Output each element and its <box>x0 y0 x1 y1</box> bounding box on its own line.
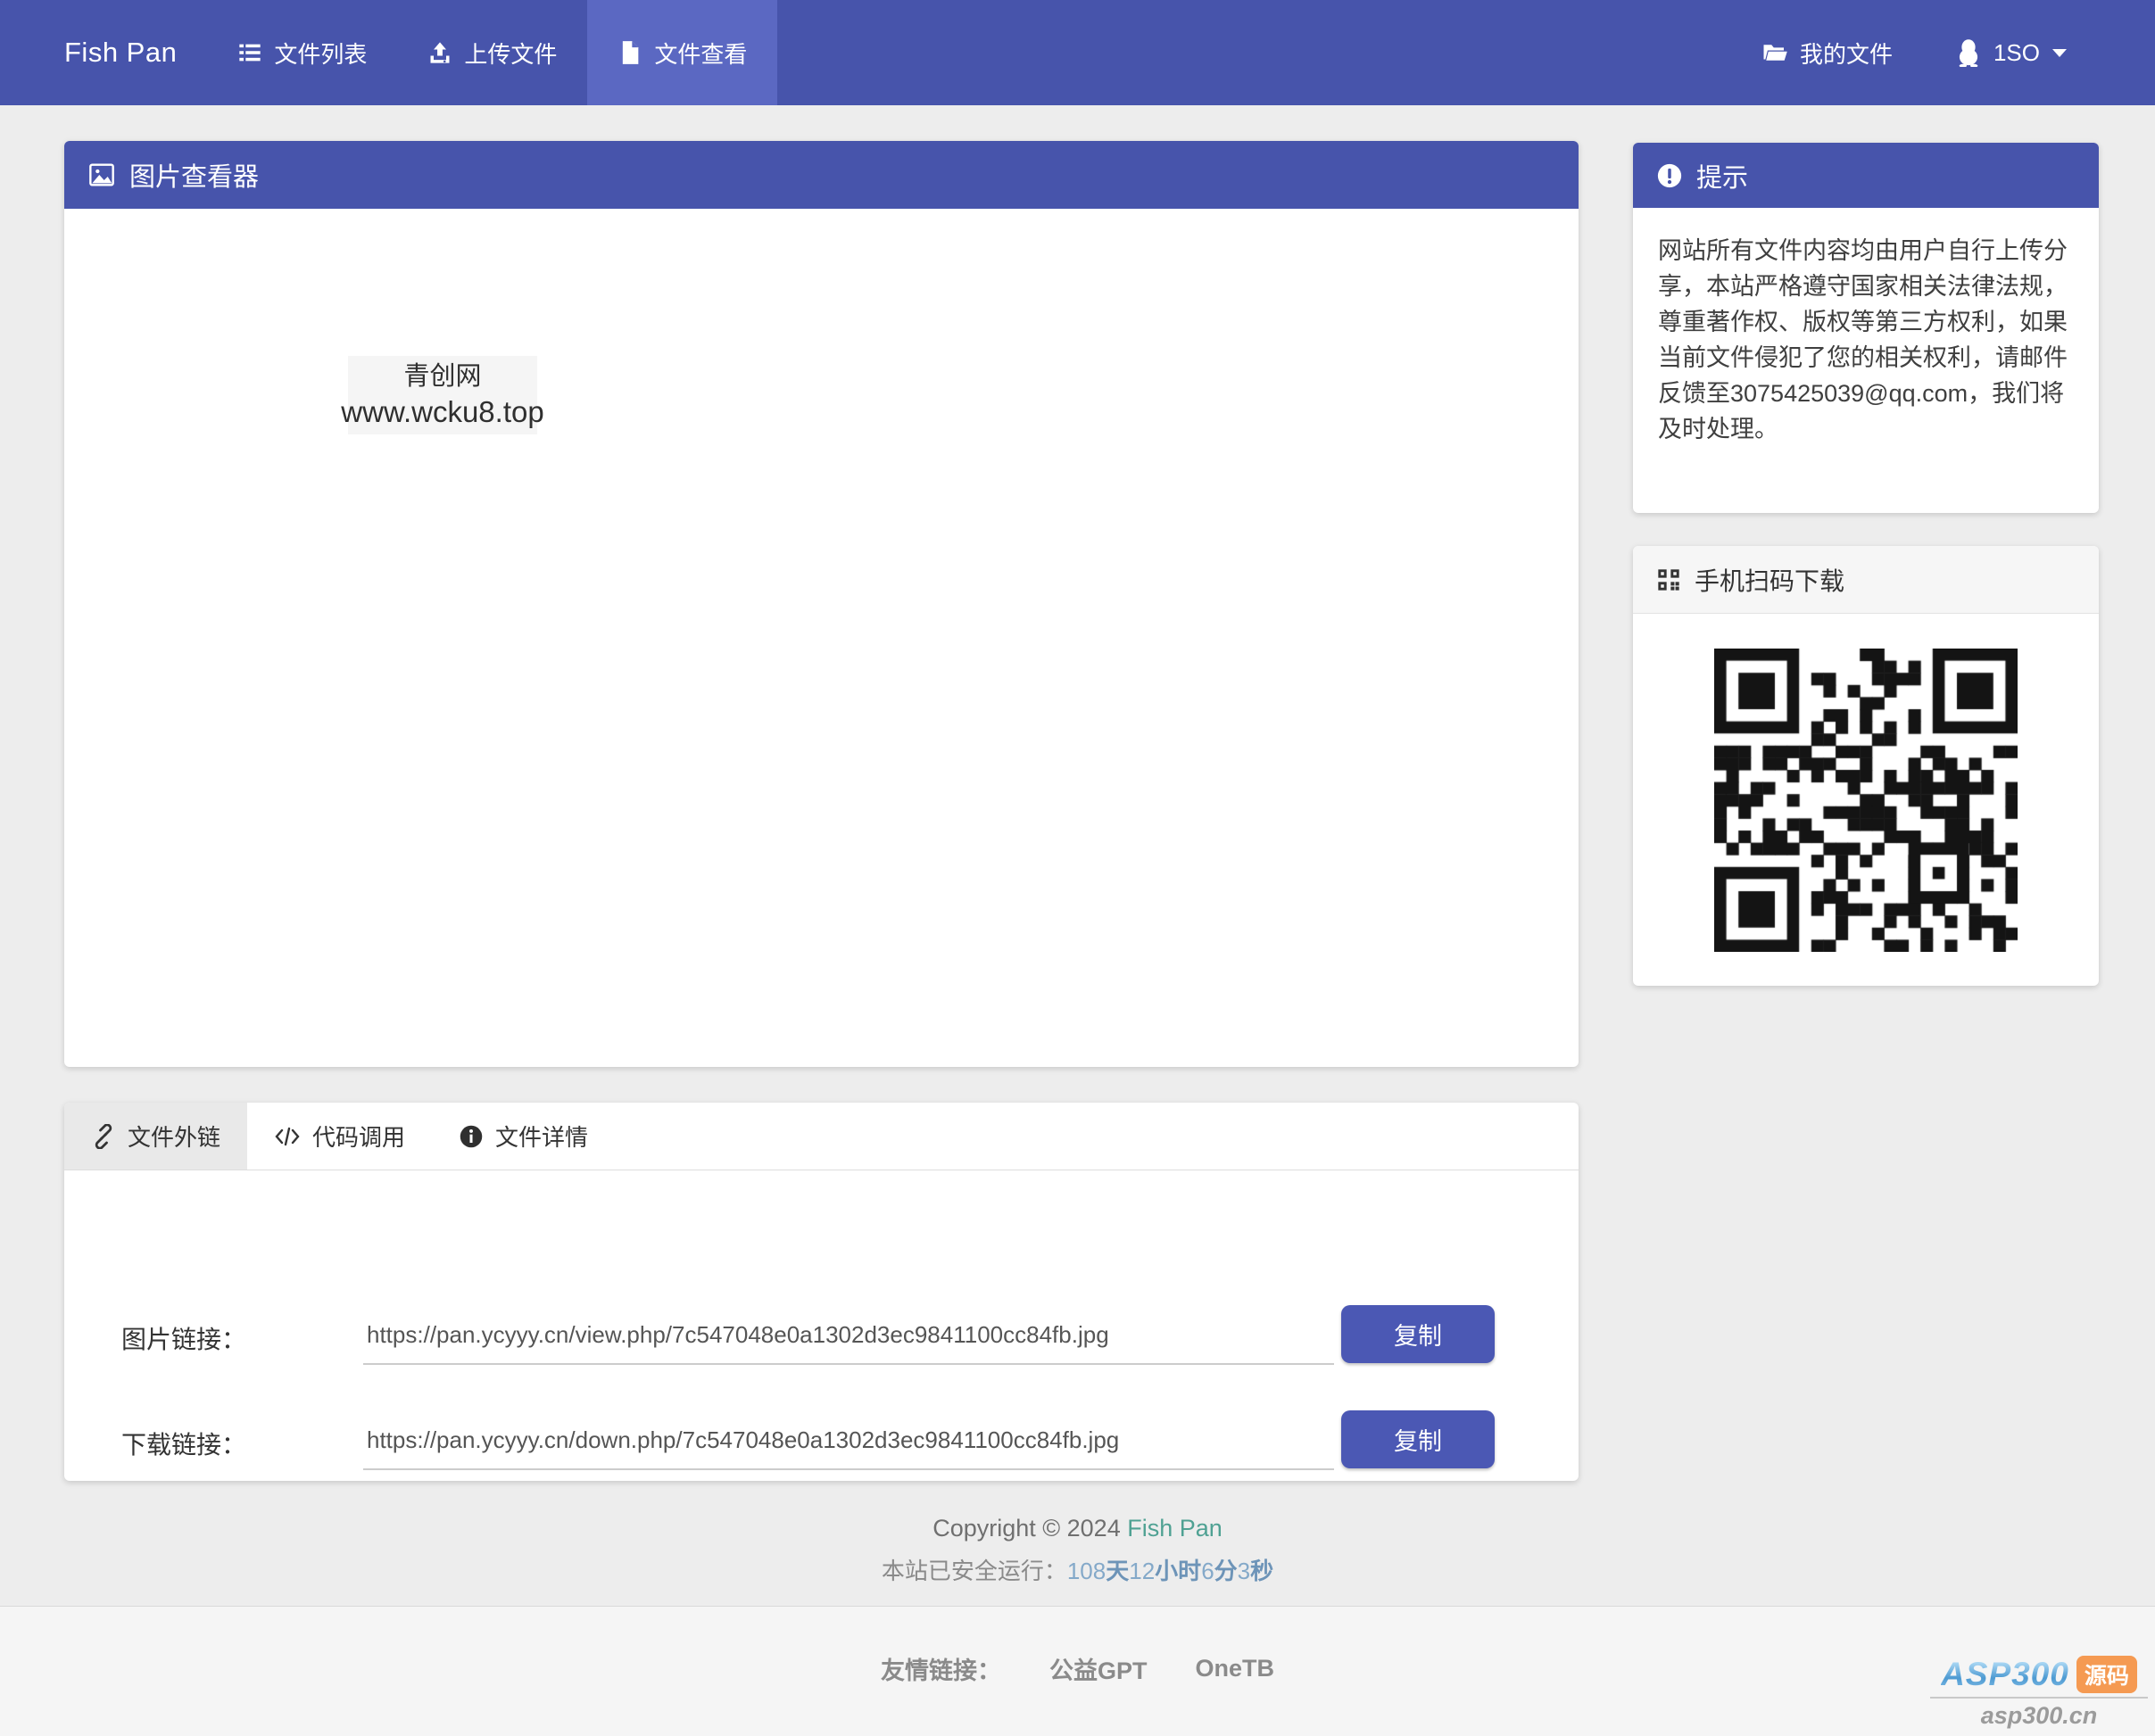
file-icon <box>617 40 642 65</box>
footer-bar: 友情链接： 公益GPT OneTB <box>0 1606 2155 1736</box>
nav-item-label: 上传文件 <box>464 40 558 68</box>
asp300-watermark: ASP300 源码 asp300.cn <box>1930 1656 2148 1730</box>
download-link-label: 下载链接： <box>121 1431 247 1459</box>
info-circle-icon <box>459 1124 484 1149</box>
copy-download-link-button[interactable]: 复制 <box>1341 1410 1495 1468</box>
footer-copy: Copyright © 2024 Fish Pan 本站已安全运行：108天12… <box>0 1515 2155 1586</box>
tab-label: 文件详情 <box>495 1124 589 1151</box>
nav-item-label: 文件查看 <box>654 40 748 68</box>
watermark-logo: ASP300 <box>1941 1656 2069 1692</box>
nav-item-file-view[interactable]: 文件查看 <box>587 0 778 105</box>
qq-icon <box>1955 38 1982 67</box>
uptime-minutes-unit: 分 <box>1214 1558 1238 1584</box>
upload-icon <box>427 40 452 65</box>
tip-header: 提示 <box>1633 143 2099 208</box>
qr-body <box>1633 614 2099 986</box>
uptime-minutes: 6 <box>1201 1558 1214 1584</box>
alert-circle-icon <box>1656 162 1683 189</box>
watermark-logo-row: ASP300 源码 <box>1930 1656 2148 1693</box>
nav-item-label: 文件列表 <box>274 40 368 68</box>
panel-title: 提示 <box>1696 163 1749 193</box>
preview-image: 青创网 www.wcku8.top <box>341 356 544 434</box>
page: Fish Pan 文件列表 上传文件 文件查看 我的文件 1SO 图片查看器 青… <box>0 0 2155 1736</box>
nav-item-upload[interactable]: 上传文件 <box>397 0 587 105</box>
user-name: 1SO <box>1993 38 2040 66</box>
footer-brand-link[interactable]: Fish Pan <box>1127 1515 1223 1542</box>
tab-label: 文件外链 <box>128 1124 221 1151</box>
watermark-badge: 源码 <box>2076 1656 2137 1693</box>
nav-item-my-files[interactable]: 我的文件 <box>1756 0 1898 105</box>
nav-item-label: 我的文件 <box>1799 40 1893 68</box>
image-link-input[interactable] <box>363 1306 1334 1365</box>
file-links-card: 文件外链 代码调用 文件详情 图片链接： 复制 下载链接： 复制 <box>64 1103 1579 1481</box>
uptime-seconds: 3 <box>1237 1558 1251 1584</box>
tip-text: 网站所有文件内容均由用户自行上传分享，本站严格遵守国家相关法律法规，尊重著作权、… <box>1658 237 2068 442</box>
tab-external-link[interactable]: 文件外链 <box>64 1103 248 1170</box>
tip-card: 提示 网站所有文件内容均由用户自行上传分享，本站严格遵守国家相关法律法规，尊重著… <box>1633 143 2099 513</box>
qr-code <box>1714 648 2018 952</box>
tab-bar: 文件外链 代码调用 文件详情 <box>64 1103 1579 1170</box>
uptime-line: 本站已安全运行：108天12小时6分3秒 <box>0 1553 2155 1586</box>
image-link-label: 图片链接： <box>121 1326 247 1353</box>
qrcode-icon <box>1656 567 1681 592</box>
friend-links: 友情链接： 公益GPT OneTB <box>0 1607 2155 1686</box>
uptime-seconds-unit: 秒 <box>1250 1558 1274 1584</box>
folder-open-icon <box>1761 39 1788 66</box>
caret-down-icon <box>2051 47 2068 58</box>
friend-link-gpt[interactable]: 公益GPT <box>1049 1651 1148 1686</box>
panel-title: 图片查看器 <box>129 163 260 192</box>
image-viewer-header: 图片查看器 <box>64 141 1579 209</box>
preview-image-url: www.wcku8.top <box>341 395 544 428</box>
uptime-hours-unit: 小时 <box>1155 1558 1202 1584</box>
uptime-days: 108 <box>1066 1558 1107 1584</box>
brand[interactable]: Fish Pan <box>64 37 177 69</box>
image-viewer-body: 青创网 www.wcku8.top <box>64 209 1579 1067</box>
copy-image-link-button[interactable]: 复制 <box>1341 1305 1495 1363</box>
main-nav: 文件列表 上传文件 文件查看 <box>207 0 778 105</box>
external-link-panel: 图片链接： 复制 下载链接： 复制 <box>64 1170 1579 1481</box>
uptime-hours: 12 <box>1129 1558 1156 1584</box>
user-menu[interactable]: 1SO <box>1950 0 2073 105</box>
nav-item-file-list[interactable]: 文件列表 <box>207 0 397 105</box>
code-icon <box>274 1125 301 1148</box>
uptime-label: 本站已安全运行： <box>881 1558 1067 1584</box>
preview-image-text: 青创网 <box>403 362 482 391</box>
link-icon <box>91 1123 116 1149</box>
navbar-right: 我的文件 1SO <box>1756 0 2155 105</box>
image-viewer-card: 图片查看器 青创网 www.wcku8.top <box>64 141 1579 1067</box>
image-icon <box>87 161 116 189</box>
navbar: Fish Pan 文件列表 上传文件 文件查看 我的文件 1SO <box>0 0 2155 105</box>
copyright-text: Copyright © 2024 <box>932 1515 1121 1542</box>
list-icon <box>237 40 262 65</box>
download-link-input[interactable] <box>363 1411 1334 1470</box>
friend-links-label: 友情链接： <box>880 1657 1001 1684</box>
friend-link-onetb[interactable]: OneTB <box>1196 1655 1275 1682</box>
uptime-days-unit: 天 <box>1106 1558 1130 1584</box>
tab-file-details[interactable]: 文件详情 <box>432 1103 615 1170</box>
watermark-domain: asp300.cn <box>1930 1697 2148 1730</box>
qr-header: 手机扫码下载 <box>1633 546 2099 614</box>
tab-label: 代码调用 <box>312 1124 406 1151</box>
tab-code-embed[interactable]: 代码调用 <box>247 1103 432 1170</box>
qr-card: 手机扫码下载 <box>1633 546 2099 986</box>
panel-title: 手机扫码下载 <box>1695 566 1845 595</box>
copyright-line: Copyright © 2024 Fish Pan <box>0 1515 2155 1542</box>
